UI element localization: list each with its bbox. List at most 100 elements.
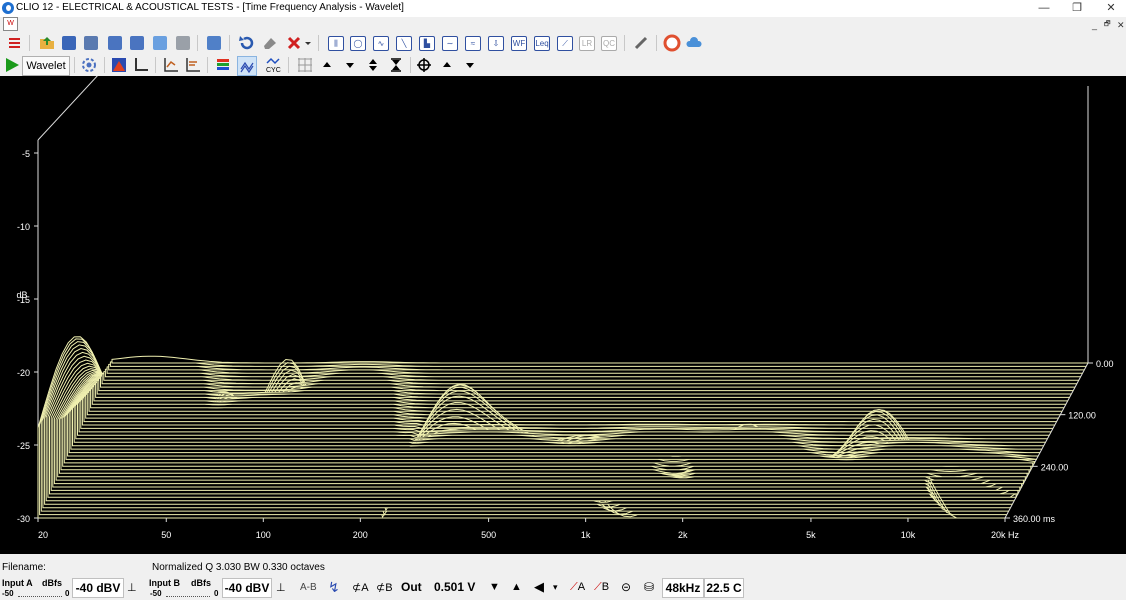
delete-icon[interactable] — [285, 34, 303, 52]
expand-vertical-icon[interactable] — [364, 56, 382, 74]
eraser-icon[interactable] — [261, 34, 279, 52]
waterfall-slice — [109, 357, 1087, 367]
input-b-scale-max: 0 — [214, 589, 219, 598]
a-minus-b-button[interactable]: A-B — [300, 582, 317, 593]
phase-a-label: A — [361, 582, 369, 594]
input-a-range[interactable]: -40 dBV — [72, 578, 124, 598]
phase-b-button[interactable]: ⊄B — [376, 581, 393, 594]
lr-icon[interactable]: LR — [578, 34, 596, 52]
histogram-icon[interactable]: ▙ — [418, 34, 436, 52]
x-tick-label: 20 — [38, 530, 48, 540]
x-tick-label: 100 — [256, 530, 271, 540]
leq-icon[interactable]: Leq — [533, 34, 551, 52]
mdi-minimize-button[interactable]: _ — [1092, 20, 1097, 30]
phantom-a-button[interactable]: ⟋A — [570, 581, 585, 594]
qc-icon[interactable]: QC — [600, 34, 618, 52]
print-icon[interactable] — [174, 34, 192, 52]
down-arrow-icon[interactable] — [341, 56, 359, 74]
spectrum-icon[interactable] — [214, 56, 232, 74]
device-icon[interactable]: ⛁ — [644, 580, 654, 594]
svg-text:CYC: CYC — [266, 67, 281, 74]
input-b-dbfs-label: dBfs — [191, 578, 211, 588]
x-tick-label: 200 — [353, 530, 368, 540]
x-tick-label: 500 — [481, 530, 496, 540]
settings-icon[interactable] — [80, 56, 98, 74]
link-icon[interactable]: ⊝ — [621, 580, 631, 594]
wavelet-button[interactable]: Wavelet — [22, 56, 70, 76]
wf-icon[interactable]: WF — [510, 34, 528, 52]
input-b-coupling-icon[interactable]: ⊥ — [276, 581, 286, 594]
y-tick-label: -25 — [17, 441, 30, 451]
loop-icon[interactable]: ↯ — [328, 579, 340, 596]
menu-icon[interactable] — [6, 34, 24, 52]
output-up-icon[interactable]: ▲ — [511, 581, 522, 593]
input-b-range[interactable]: -40 dBV — [222, 578, 272, 598]
export-icon[interactable] — [106, 34, 124, 52]
clio-logo-icon — [2, 2, 14, 14]
restore-button[interactable]: ❐ — [1063, 0, 1091, 17]
temperature[interactable]: 22.5 C — [704, 578, 744, 598]
phase-a-button[interactable]: ⊄A — [352, 581, 369, 594]
input-a-scale-max: 0 — [65, 589, 70, 598]
waterfall-icon[interactable] — [237, 56, 257, 76]
impulse-icon[interactable]: ⫼ — [327, 34, 345, 52]
envelope-icon[interactable]: ≈ — [464, 34, 482, 52]
speaker-icon[interactable]: ◀ — [534, 579, 544, 595]
export-data-icon[interactable] — [128, 34, 146, 52]
input-b-scale-min: -50 — [150, 589, 162, 598]
minimize-button[interactable]: — — [1030, 0, 1058, 17]
input-a-dbfs-label: dBfs — [42, 578, 62, 588]
phantom-b-button[interactable]: ⟋B — [594, 581, 609, 594]
ramp-icon[interactable]: ⟋ — [556, 34, 574, 52]
open-folder-icon[interactable] — [38, 34, 56, 52]
input-b-label: Input B — [149, 578, 180, 588]
help-icon[interactable] — [663, 34, 681, 52]
chart-style2-icon[interactable] — [184, 56, 202, 74]
decay-icon[interactable]: ╲ — [395, 34, 413, 52]
input-a-coupling-icon[interactable]: ⊥ — [127, 581, 137, 594]
cursor-up-icon[interactable] — [438, 56, 456, 74]
sine-icon[interactable]: ∼ — [441, 34, 459, 52]
probe-icon[interactable] — [632, 34, 650, 52]
waterfall-slice — [108, 359, 1085, 371]
cloud-icon[interactable] — [685, 34, 703, 52]
waterfall-svg: -5-10-15-20-25-30dB20 50 100 200 500 1k 2k 5k 10… — [16, 76, 1114, 540]
x-tick-label: 20k Hz — [991, 530, 1020, 540]
x-tick-label: 5k — [806, 530, 816, 540]
main-toolbar: ⫼ ◯ ∿ ╲ ▙ ∼ ≈ ⇩ WF Leq ⟋ LR QC — [0, 32, 1126, 54]
phase-b-label: B — [385, 582, 393, 594]
cursor-down-icon[interactable] — [461, 56, 479, 74]
chart-style-icon[interactable] — [162, 56, 180, 74]
close-button[interactable]: ✕ — [1097, 0, 1125, 17]
cyc-icon[interactable]: CYC — [264, 56, 282, 74]
input-a-meter — [18, 593, 62, 597]
x-tick-label: 1k — [581, 530, 591, 540]
output-level-value[interactable]: 0.501 V — [434, 580, 475, 594]
save-icon[interactable] — [60, 34, 78, 52]
down-arrow-icon[interactable]: ⇩ — [487, 34, 505, 52]
axis-icon[interactable] — [132, 56, 150, 74]
out-label: Out — [401, 580, 422, 594]
output-down-icon[interactable]: ▼ — [489, 581, 500, 593]
color-map-icon[interactable] — [110, 56, 128, 74]
grid-icon[interactable] — [296, 56, 314, 74]
save-as-icon[interactable] — [82, 34, 100, 52]
waterfall-chart[interactable]: -5 -10 -15 -20 -25 -30 dB 20 50 100 200 500 1k 2k 5k 10… — [0, 76, 1126, 554]
undo-icon[interactable] — [237, 34, 255, 52]
circle-icon[interactable]: ◯ — [349, 34, 367, 52]
delete-dropdown-icon[interactable] — [303, 34, 313, 52]
y-unit-label: dB — [16, 290, 27, 300]
play-icon[interactable] — [3, 56, 21, 74]
speaker-dropdown-icon[interactable]: ▾ — [553, 582, 558, 593]
document-icon[interactable]: W — [3, 17, 18, 31]
mdi-restore-button[interactable]: 🗗 — [1104, 20, 1111, 31]
notes-icon[interactable] — [151, 34, 169, 52]
compress-vertical-icon[interactable] — [387, 56, 405, 74]
sample-rate[interactable]: 48kHz — [662, 578, 704, 598]
step-response-icon[interactable]: ∿ — [372, 34, 390, 52]
checklist-icon[interactable] — [205, 34, 223, 52]
crosshair-icon[interactable] — [415, 56, 433, 74]
time-tick-label: 240.00 — [1041, 462, 1069, 472]
mdi-close-button[interactable]: ✕ — [1117, 20, 1125, 31]
up-arrow-icon[interactable] — [318, 56, 336, 74]
